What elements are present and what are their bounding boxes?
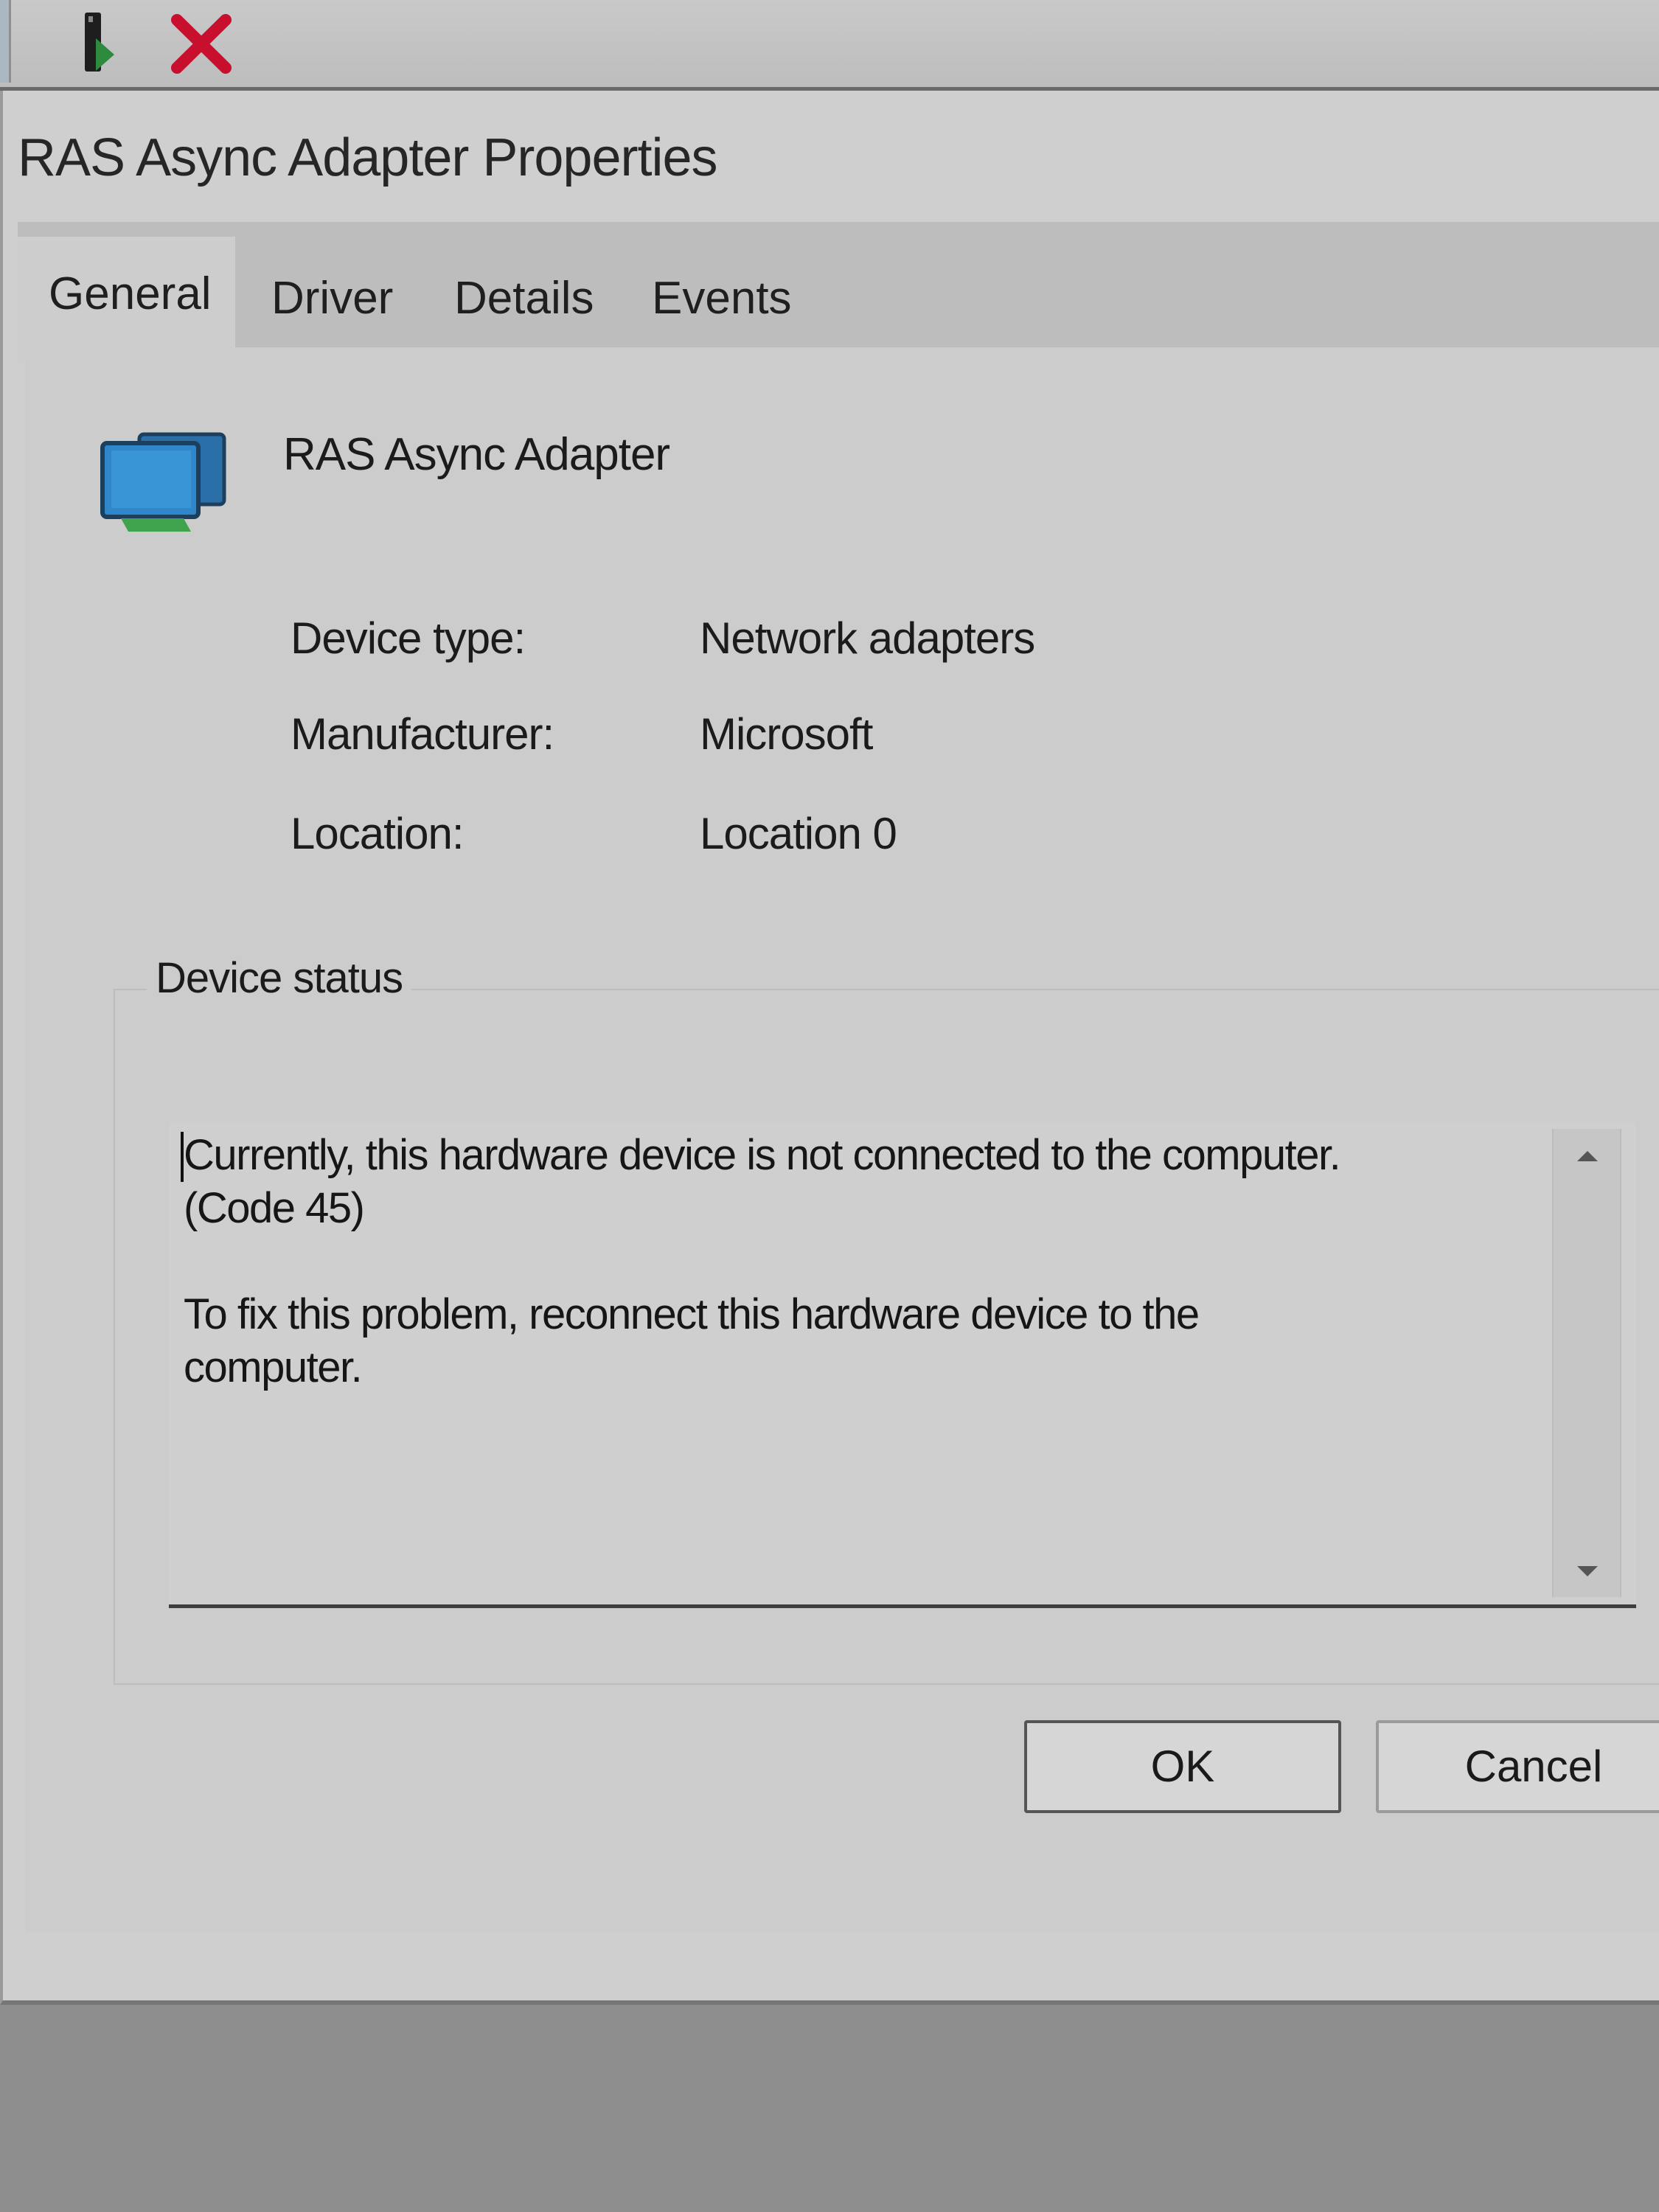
ok-button[interactable]: OK (1024, 1720, 1341, 1813)
tab-general[interactable]: General (18, 237, 235, 364)
device-status-textbox[interactable]: Currently, this hardware device is not c… (169, 1121, 1636, 1608)
cancel-button[interactable]: Cancel (1376, 1720, 1659, 1813)
toolbar-edge (0, 0, 11, 83)
tab-events[interactable]: Events (643, 266, 801, 330)
manufacturer-label: Manufacturer: (291, 709, 554, 759)
enable-device-icon[interactable] (74, 9, 140, 79)
device-status-label: Device status (147, 953, 412, 1003)
status-scrollbar[interactable] (1552, 1129, 1621, 1597)
manufacturer-value: Microsoft (700, 709, 873, 759)
device-status-text: Currently, this hardware device is not c… (184, 1131, 1341, 1391)
scroll-up-arrow-icon[interactable] (1577, 1151, 1598, 1161)
general-tab-panel: RAS Async Adapter Device type: Network a… (25, 347, 1659, 1933)
device-manager-toolbar (0, 0, 1659, 91)
device-type-label: Device type: (291, 613, 526, 663)
tab-driver[interactable]: Driver (262, 266, 402, 330)
location-label: Location: (291, 809, 465, 858)
tab-strip: General Driver Details Events (18, 222, 1659, 364)
uninstall-device-icon[interactable] (168, 9, 234, 79)
tab-details[interactable]: Details (445, 266, 603, 330)
dialog-title: RAS Async Adapter Properties (18, 128, 717, 187)
scroll-down-arrow-icon[interactable] (1577, 1566, 1598, 1576)
device-type-value: Network adapters (700, 613, 1035, 663)
device-name: RAS Async Adapter (283, 429, 670, 480)
network-adapter-icon (95, 421, 243, 543)
properties-dialog: RAS Async Adapter Properties General Dri… (0, 91, 1659, 2005)
location-value: Location 0 (700, 809, 897, 858)
